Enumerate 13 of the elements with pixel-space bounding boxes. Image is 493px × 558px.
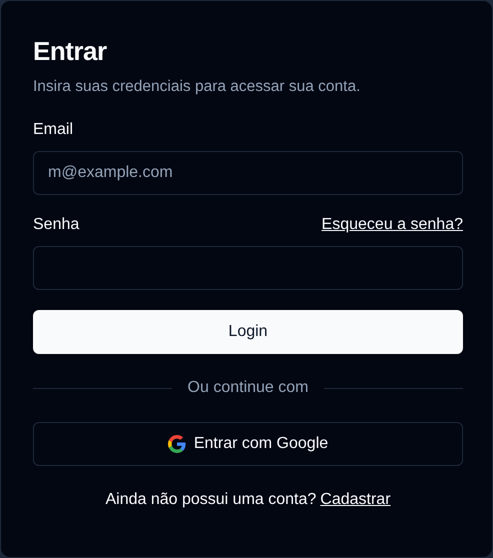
login-button[interactable]: Login: [33, 310, 463, 354]
field-label: Senha: [33, 215, 80, 236]
field-label: Email: [33, 120, 74, 140]
google-login-button[interactable]: Entrar com Google: [33, 422, 463, 466]
forgot-password-link[interactable]: Esqueceu a senha?: [322, 213, 463, 238]
email-field[interactable]: m@example.com: [33, 151, 463, 196]
google-g-icon: [168, 435, 186, 454]
divider-text: Ou continue com: [186, 378, 310, 398]
signup-link[interactable]: Cadastrar: [320, 488, 391, 512]
card-description: Insira suas credenciais para acessar sua conta.: [33, 77, 362, 97]
password-field[interactable]: [33, 246, 463, 290]
card-title: Entrar: [33, 35, 108, 67]
signup-prompt: Ainda não possui uma conta?: [105, 490, 316, 510]
